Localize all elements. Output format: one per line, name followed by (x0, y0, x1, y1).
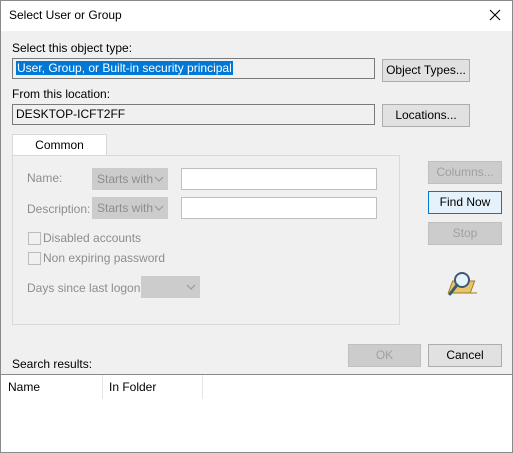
chevron-down-icon (154, 176, 164, 182)
column-header-in-folder[interactable]: In Folder (102, 375, 202, 399)
select-user-or-group-dialog: Select User or Group Select this object … (0, 0, 513, 453)
common-queries-panel: Name: Starts with Description: Starts wi… (12, 155, 400, 325)
disabled-accounts-label: Disabled accounts (43, 231, 142, 245)
days-since-last-logon-select[interactable] (141, 276, 200, 298)
description-mode-select[interactable]: Starts with (92, 197, 168, 219)
tab-common-queries[interactable]: Common Queries (12, 134, 107, 172)
object-type-label: Select this object type: (12, 41, 133, 55)
title-bar: Select User or Group (1, 1, 512, 31)
chevron-down-icon (154, 205, 164, 211)
location-field[interactable]: DESKTOP-ICFT2FF (12, 104, 375, 125)
stop-button[interactable]: Stop (428, 222, 502, 245)
object-type-field[interactable]: User, Group, or Built-in security princi… (12, 58, 375, 79)
object-type-value: User, Group, or Built-in security princi… (16, 61, 233, 75)
find-now-button[interactable]: Find Now (428, 191, 502, 214)
location-value: DESKTOP-ICFT2FF (16, 107, 126, 121)
search-results-list[interactable]: Name In Folder (1, 374, 512, 452)
search-results-label: Search results: (12, 357, 93, 371)
description-label: Description: (27, 202, 91, 216)
non-expiring-password-label: Non expiring password (43, 251, 166, 265)
location-label: From this location: (12, 87, 111, 101)
description-input[interactable] (181, 197, 377, 219)
locations-button[interactable]: Locations... (382, 104, 470, 127)
cancel-button[interactable]: Cancel (428, 344, 502, 367)
name-mode-select[interactable]: Starts with (92, 168, 168, 190)
close-button[interactable] (478, 1, 512, 29)
name-input[interactable] (181, 168, 377, 190)
non-expiring-password-checkbox[interactable] (28, 252, 41, 265)
name-mode-value: Starts with (97, 172, 154, 186)
columns-button[interactable]: Columns... (428, 161, 502, 184)
search-directory-icon (447, 272, 477, 296)
disabled-accounts-checkbox[interactable] (28, 232, 41, 245)
window-title: Select User or Group (9, 8, 122, 22)
close-icon (489, 9, 501, 21)
column-header-name[interactable]: Name (1, 375, 101, 399)
chevron-down-icon (186, 284, 196, 290)
object-types-button[interactable]: Object Types... (382, 59, 470, 82)
name-label: Name: (27, 171, 63, 185)
column-divider (202, 375, 203, 399)
description-mode-value: Starts with (97, 201, 154, 215)
days-since-last-logon-label: Days since last logon: (27, 281, 144, 295)
ok-button[interactable]: OK (348, 344, 421, 367)
